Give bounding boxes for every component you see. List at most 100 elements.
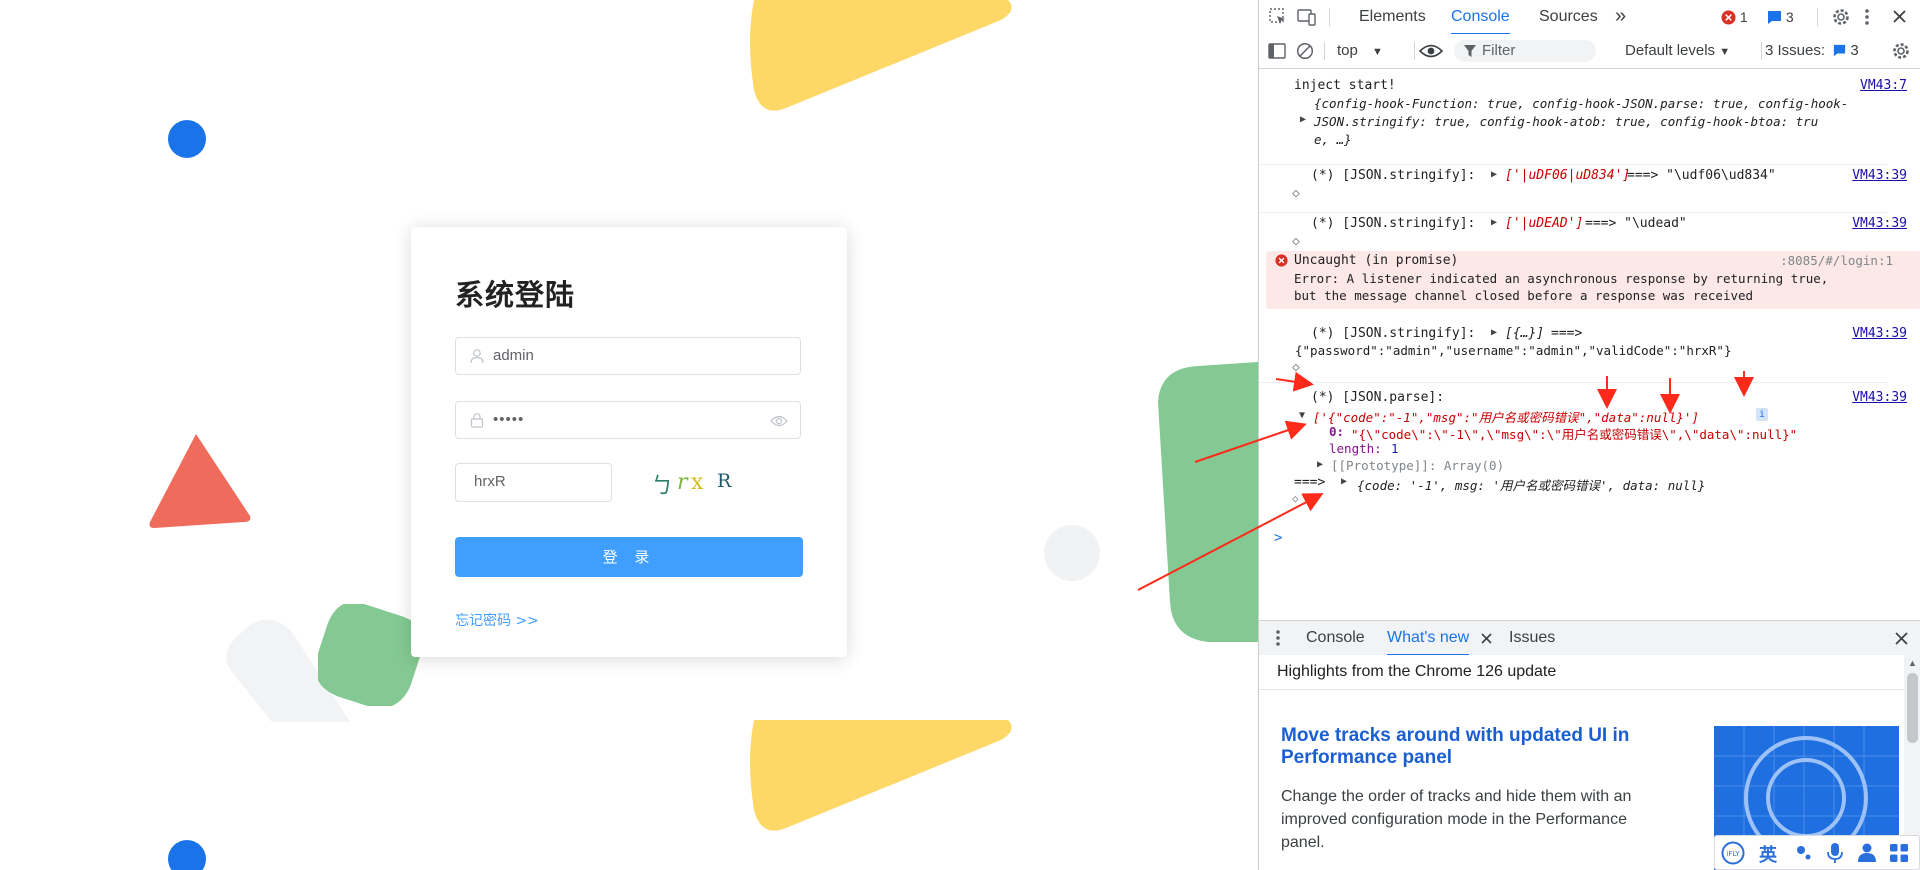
captcha-image[interactable]: ㄅ r x R [651,464,751,502]
console-error-message: Uncaught (in promise) :8085/#/login:1 Er… [1266,251,1920,309]
live-expression-eye-icon[interactable] [1419,44,1443,58]
source-link[interactable]: VM43:7 [1860,78,1907,93]
error-counter[interactable]: 1 [1721,9,1748,25]
expand-triangle-icon[interactable]: ▶ [1300,114,1306,125]
login-title: 系统登陆 [455,278,576,312]
captcha-input-value: hrxR [474,473,506,490]
more-tabs-button[interactable]: » [1615,0,1626,33]
log-levels-dropdown[interactable]: Default levels ▼ [1625,42,1730,59]
filter-placeholder: Filter [1482,42,1516,59]
console-settings-gear-icon[interactable] [1891,41,1911,61]
expand-triangle-icon[interactable]: ▶ [1491,217,1497,228]
context-value: top [1337,42,1358,59]
tab-console[interactable]: Console [1451,0,1510,35]
collapse-triangle-icon[interactable]: ▼ [1299,410,1305,421]
empty-string-marker: ◇ [1292,492,1299,505]
devtools-panel: Elements Console Sources » 1 3 top ▼ Fil… [1258,0,1920,870]
close-tab-icon[interactable] [1481,633,1492,644]
array-length-key: length: [1329,441,1382,456]
array-length-value: 1 [1391,441,1399,456]
user-account-icon[interactable] [1857,842,1877,862]
captcha-input[interactable]: hrxR [455,463,612,502]
message-prefix: (*) [JSON.stringify]: [1311,168,1476,183]
object-preview[interactable]: {config-hook-Function: true, config-hook… [1314,95,1848,149]
more-options-icon[interactable] [1864,8,1870,26]
drawer-menu-icon[interactable] [1275,629,1281,647]
array-item-key: 0: [1329,424,1345,439]
drawer-tab-whats-new[interactable]: What's new [1387,621,1470,656]
message-counter[interactable]: 3 [1767,9,1794,25]
drawer-tab-console[interactable]: Console [1306,621,1365,654]
scroll-thumb[interactable] [1907,673,1918,743]
microphone-icon[interactable] [1827,842,1843,864]
source-link[interactable]: VM43:39 [1852,326,1907,341]
apps-grid-icon[interactable] [1889,843,1909,863]
filter-box[interactable]: Filter [1454,40,1596,62]
array-item-value: "{\"code\":\"-1\",\"msg\":\"用户名或密码错误\",\… [1351,427,1798,442]
feature-title-link[interactable]: Move tracks around with updated UI in Pe… [1281,725,1671,769]
array-prototype[interactable]: [[Prototype]]: Array(0) [1331,458,1504,473]
context-selector[interactable]: top ▼ [1337,42,1383,59]
source-link[interactable]: VM43:39 [1852,168,1907,183]
ime-language-toggle[interactable]: 英 [1759,841,1777,867]
forgot-password-link[interactable]: 忘记密码 >> [455,610,539,630]
drawer-tab-issues[interactable]: Issues [1509,621,1555,654]
username-value: admin [493,347,534,364]
message-text: inject start! [1294,78,1396,93]
password-value: ••••• [493,411,525,428]
source-link[interactable]: VM43:39 [1852,390,1907,405]
decor-blue-dot-bottom [168,840,206,870]
username-field[interactable]: admin [455,337,801,375]
expand-triangle-icon[interactable]: ▶ [1491,327,1497,338]
empty-string-marker: ◇ [1292,360,1300,375]
sidebar-toggle-icon[interactable] [1268,42,1286,60]
expand-triangle-icon[interactable]: ▶ [1341,476,1347,487]
message-argument: ['|uDF06|uD834'] [1505,168,1631,183]
message-argument: ['|uDEAD'] [1505,216,1584,231]
source-link[interactable]: VM43:39 [1852,216,1907,231]
login-button[interactable]: 登 录 [455,537,803,577]
object-line-3: e, …} [1314,132,1352,147]
device-toolbar-icon[interactable] [1297,8,1317,26]
error-source[interactable]: :8085/#/login:1 [1780,253,1893,268]
captcha-char-1: ㄅ [651,474,674,499]
scroll-up-arrow[interactable]: ▲ [1908,658,1917,668]
password-field[interactable]: ••••• [455,401,801,439]
decor-red-triangle [149,434,251,528]
info-badge-icon[interactable]: i [1756,408,1768,421]
console-message-parse: (*) [JSON.parse]: VM43:39 ▼ ['{"code":"-… [1259,390,1907,510]
message-prefix: (*) [JSON.parse]: [1311,390,1445,405]
tab-elements[interactable]: Elements [1359,0,1426,33]
expand-triangle-icon[interactable]: ▶ [1317,459,1323,470]
ime-toolbar: iFLY 英 [1714,835,1920,870]
message-prefix: (*) [JSON.stringify]: [1311,326,1476,341]
feature-description: Change the order of tracks and hide them… [1281,788,1632,851]
ifly-logo-icon[interactable]: iFLY [1721,841,1745,865]
tab-sources[interactable]: Sources [1539,0,1598,33]
close-devtools-icon[interactable] [1892,9,1907,24]
chevron-down-icon: ▼ [1372,46,1383,58]
decor-yellow-shape-bottom [750,720,1012,831]
close-drawer-icon[interactable] [1895,632,1908,645]
error-line-1: Error: A listener indicated an asynchron… [1294,271,1829,286]
eye-icon[interactable] [770,414,788,428]
expand-triangle-icon[interactable]: ▶ [1491,169,1497,180]
error-line-2: but the message channel closed before a … [1294,288,1754,303]
issues-label: 3 Issues: [1765,42,1826,59]
user-icon [470,349,484,364]
console-prompt[interactable]: > [1274,530,1282,546]
message-result: ===> "\udf06\ud834" [1627,168,1776,183]
issues-button[interactable]: 3 Issues: 3 [1765,42,1859,59]
clear-console-icon[interactable] [1296,42,1314,60]
inspect-element-icon[interactable] [1269,8,1287,26]
settings-gear-icon[interactable] [1831,7,1851,27]
console-message-stringify-3: (*) [JSON.stringify]: ▶ [{…}] ===> VM43:… [1259,326,1907,383]
message-result: {"password":"admin","username":"admin","… [1295,343,1732,358]
console-toolbar: top ▼ Filter Default levels ▼ 3 Issues: … [1259,34,1920,69]
decor-green-blob [318,604,420,706]
devtools-tabbar: Elements Console Sources » 1 3 [1259,0,1920,35]
parse-arrow: ===> [1294,475,1326,490]
punctuation-icon[interactable] [1795,844,1813,862]
empty-string-marker: ◇ [1292,234,1300,249]
parse-result-object[interactable]: {code: '-1', msg: '用户名或密码错误', data: null… [1357,475,1705,494]
